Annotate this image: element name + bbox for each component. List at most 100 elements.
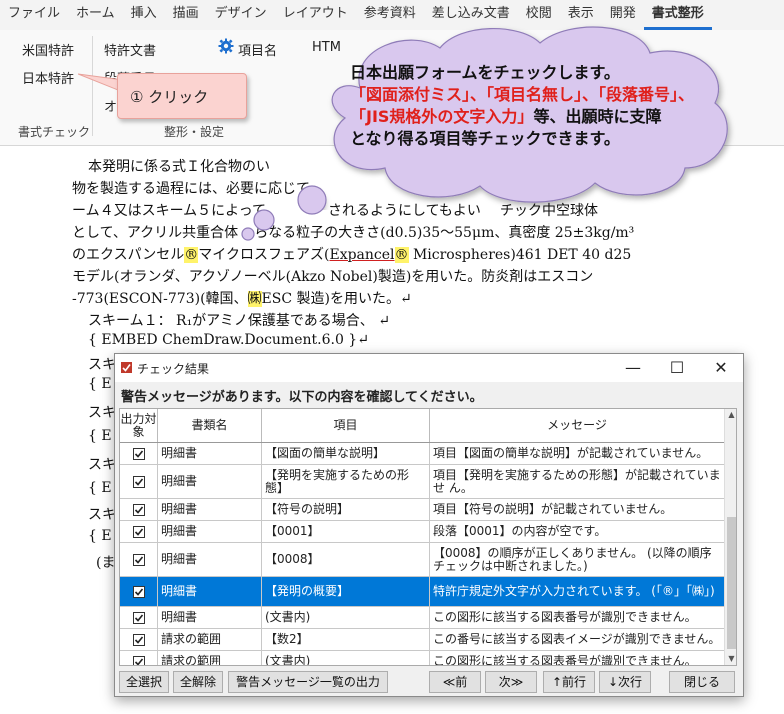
dialog-titlebar[interactable]: チェック結果 — ☐ ✕ [115, 354, 743, 382]
checkmark-icon [134, 449, 143, 458]
doc-name-cell: 明細書 [158, 499, 262, 520]
checkmark-icon [134, 613, 143, 622]
output-checkbox[interactable] [132, 585, 145, 598]
scroll-down-icon[interactable]: ▼ [726, 653, 736, 665]
option-button[interactable]: オ [104, 96, 117, 115]
message-cell: この番号に該当する図表イメージが識別できません。 [433, 632, 721, 646]
output-checkbox-cell [120, 607, 158, 628]
cloud-text-segment: 日本出願フォームをチェックします。 [350, 63, 620, 82]
doc-line: 本発明に係る式Ｉ化合物のい [88, 159, 270, 175]
message-cell: 項目【符号の説明】が記載されていません。 [433, 502, 673, 516]
cloud-tail-bubbles [241, 185, 327, 241]
output-checkbox[interactable] [132, 633, 145, 646]
output-checkbox-cell [120, 499, 158, 520]
maximize-button[interactable]: ☐ [655, 354, 699, 382]
ribbon-tab[interactable]: ホーム [68, 0, 123, 30]
table-row[interactable]: 明細書 【発明の概要】 特許庁規定外文字が入力されています。 (「®」「㈱」) [120, 577, 724, 607]
table-row[interactable]: 請求の範囲 【数2】 この番号に該当する図表イメージが識別できません。 [120, 629, 724, 651]
table-row[interactable]: 明細書 (文書内) この図形に該当する図表番号が識別できません。 [120, 607, 724, 629]
export-warnings-button[interactable]: 警告メッセージ一覧の出力 [228, 671, 388, 693]
patent-document-button[interactable]: 特許文書 [104, 40, 156, 59]
item-name-button[interactable]: 項目名 [238, 40, 277, 59]
cloud-text-segment: 「図面添付ミス」、「項目名無し」、「段落番号」、 [350, 85, 695, 104]
doc-line-partial: スキ [88, 457, 116, 473]
next-button[interactable]: 次≫ [485, 671, 537, 693]
company-mark-highlight: ㈱ [247, 291, 262, 307]
doc-name-cell: 請求の範囲 [158, 629, 262, 650]
item-cell: 【発明の概要】 [262, 577, 430, 606]
output-checkbox[interactable] [132, 525, 145, 538]
doc-name-cell: 明細書 [158, 443, 262, 464]
column-header-doc[interactable]: 書類名 [158, 409, 262, 442]
doc-line-partial: { E [88, 528, 112, 544]
close-window-button[interactable]: ✕ [699, 354, 743, 382]
column-header-message[interactable]: メッセージ [430, 409, 724, 442]
item-cell: 【数2】 [262, 629, 430, 650]
table-scrollbar[interactable]: ▲ ▼ [724, 409, 736, 665]
doc-line-partial: { E [88, 480, 112, 496]
cloud-text-line: 「JIS規格外の文字入力」等、出願時に支障 [350, 106, 730, 128]
jp-patent-button[interactable]: 日本特許 [22, 68, 74, 87]
doc-line-partial: スキ [88, 507, 116, 523]
ribbon-tab[interactable]: 挿入 [123, 0, 165, 30]
item-cell: 【0008】 [262, 543, 430, 576]
results-table[interactable]: 出力対象 書類名 項目 メッセージ 明細書 【図面の簡単な説明】 項目【図面の簡単な… [119, 408, 737, 666]
output-checkbox[interactable] [132, 553, 145, 566]
table-row[interactable]: 請求の範囲 (文書内) この図形に該当する図表番号が識別できません。 [120, 651, 724, 665]
minimize-button[interactable]: — [611, 354, 655, 382]
output-checkbox-cell [120, 465, 158, 498]
next-line-button[interactable]: ↓次行 [599, 671, 651, 693]
message-cell: 項目【図面の簡単な説明】が記載されていません。 [433, 446, 709, 460]
table-row[interactable]: 明細書 【符号の説明】 項目【符号の説明】が記載されていません。 [120, 499, 724, 521]
doc-line-partial: { E [88, 376, 112, 392]
doc-line: モデル(オランダ、アクゾノーベル(Akzo Nobel)製造)を用いた。防炎剤は… [72, 269, 594, 285]
us-patent-button[interactable]: 米国特許 [22, 40, 74, 59]
spell-underline-text: Expancel [329, 247, 395, 263]
ribbon-tab[interactable]: ファイル [0, 0, 68, 30]
scroll-up-icon[interactable]: ▲ [726, 409, 736, 421]
cloud-text-line: 「図面添付ミス」、「項目名無し」、「段落番号」、 [350, 84, 730, 106]
item-cell: (文書内) [262, 651, 430, 665]
table-row[interactable]: 明細書 【発明を実施するための形態】 項目【発明を実施するための形態】が記載されてい… [120, 465, 724, 499]
dialog-title: チェック結果 [137, 361, 210, 376]
output-checkbox-cell [120, 521, 158, 542]
item-cell: 【符号の説明】 [262, 499, 430, 520]
checkmark-icon [134, 527, 143, 536]
doc-text: として、アクリル共重合体 [72, 225, 239, 241]
item-cell: 【発明を実施するための形態】 [262, 465, 430, 498]
cloud-text-segment: となり得る項目等チェックできます。 [350, 129, 620, 148]
doc-text: のエクスパンセル [72, 247, 185, 263]
select-all-button[interactable]: 全選択 [119, 671, 169, 693]
cloud-text-line: 日本出願フォームをチェックします。 [350, 62, 730, 84]
ribbon-tab[interactable]: デザイン [207, 0, 275, 30]
doc-line-partial: { E [88, 428, 112, 444]
output-checkbox[interactable] [132, 503, 145, 516]
output-checkbox[interactable] [132, 475, 145, 488]
doc-line: -773(ESCON-773)(韓国、㈱ESC 製造)を用いた。↵ [72, 288, 412, 308]
prev-line-button[interactable]: ↑前行 [543, 671, 595, 693]
clear-all-button[interactable]: 全解除 [173, 671, 223, 693]
table-row[interactable]: 明細書 【0001】 段落【0001】の内容が空です。 [120, 521, 724, 543]
output-checkbox[interactable] [132, 611, 145, 624]
doc-line: { EMBED ChemDraw.Document.6.0 }↵ [88, 332, 369, 348]
checkmark-icon [134, 635, 143, 644]
ribbon-tab[interactable]: 描画 [165, 0, 207, 30]
message-cell: 特許庁規定外文字が入力されています。 (「®」「㈱」) [433, 584, 715, 598]
output-checkbox[interactable] [132, 447, 145, 460]
registered-mark-highlight: ® [184, 247, 199, 263]
column-header-item[interactable]: 項目 [262, 409, 430, 442]
cloud-text-line: となり得る項目等チェックできます。 [350, 128, 730, 150]
check-result-dialog[interactable]: チェック結果 — ☐ ✕ 警告メッセージがあります。以下の内容を確認してください… [114, 353, 744, 697]
close-button[interactable]: 閉じる [669, 671, 735, 693]
doc-text: マイクロスフェアズ( [198, 247, 330, 263]
output-checkbox[interactable] [132, 655, 145, 665]
output-checkbox-cell [120, 543, 158, 576]
checkmark-icon [134, 587, 143, 596]
table-row[interactable]: 明細書 【0008】 【0008】の順序が正しくありません。 (以降の順序チェックは… [120, 543, 724, 577]
doc-line: として、アクリル共重合体 らなる粒子の大きさ(d0.5)35～55μm、真密度 2… [72, 222, 634, 242]
scroll-thumb[interactable] [727, 517, 736, 649]
prev-button[interactable]: ≪前 [429, 671, 481, 693]
column-header-output[interactable]: 出力対象 [120, 409, 158, 442]
doc-line: のエクスパンセル®マイクロスフェアズ(Expancel® Microsphere… [72, 244, 631, 264]
table-row[interactable]: 明細書 【図面の簡単な説明】 項目【図面の簡単な説明】が記載されていません。 [120, 443, 724, 465]
